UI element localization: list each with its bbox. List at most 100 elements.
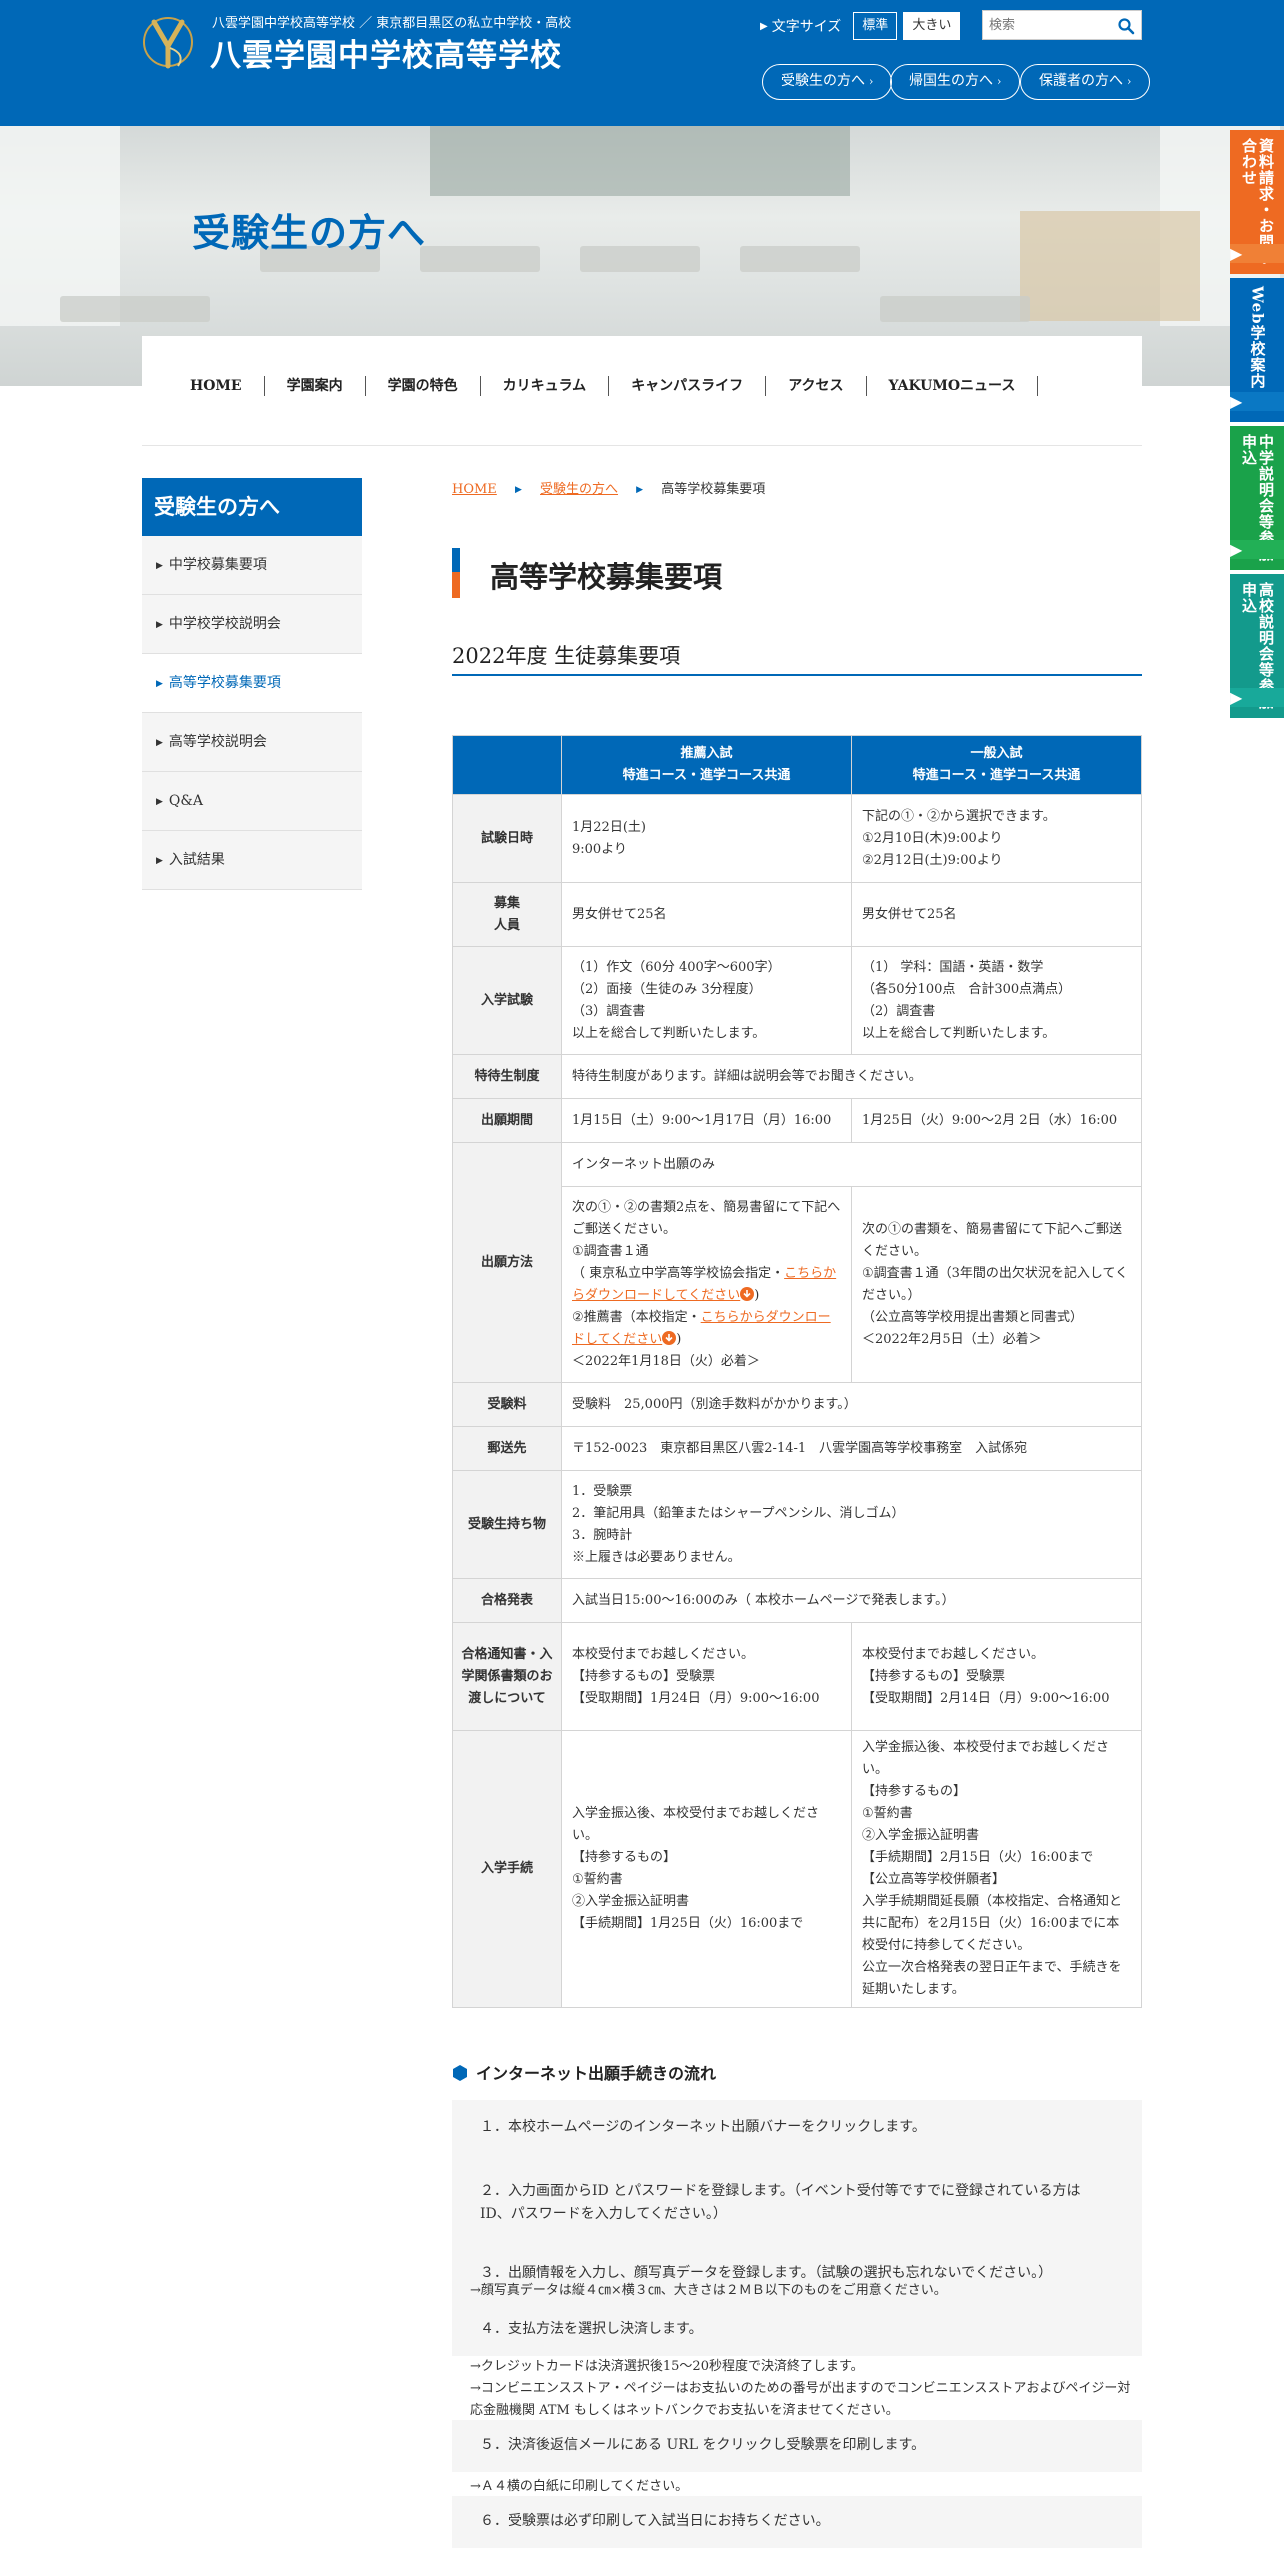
search-input[interactable]	[983, 11, 1111, 39]
cell-text: ＜2022年1月18日（火）必着＞	[572, 1353, 760, 1369]
cell-text: ＜2022年2月5日（土）必着＞	[862, 1331, 1042, 1347]
table-cell: 〒152-0023 東京都目黒区八雲2-14-1 八雲学園高等学校事務室 入試係…	[561, 1426, 1142, 1471]
font-size-control: ▶ 文字サイズ 標準 大きい	[760, 12, 966, 40]
hero-title: 受験生の方へ	[192, 210, 427, 255]
page-title: 高等学校募集要項	[490, 560, 723, 594]
font-size-large-button[interactable]: 大きい	[903, 12, 961, 40]
heading-accent-bar	[452, 548, 460, 572]
search-icon[interactable]	[1117, 17, 1135, 35]
table-row: 入学試験 （1）作文（60分 400字〜600字） （2）面接（生徒のみ 3分程度…	[452, 946, 1142, 1055]
nav-campus-life[interactable]: キャンパスライフ	[609, 376, 767, 396]
row-label: 郵送先	[452, 1426, 562, 1471]
pill-returnees-button[interactable]: 帰国生の方へ ›	[890, 64, 1021, 100]
sidebar-item-hs-guidelines[interactable]: ▶ 高等学校募集要項	[142, 654, 362, 713]
row-label: 入学試験	[452, 946, 562, 1055]
flow-step-1: １．本校ホームページのインターネット出願バナーをクリックします。	[452, 2100, 1142, 2158]
table-cell: 1月22日(土) 9:00より	[561, 794, 852, 883]
hero-shelf	[1020, 211, 1200, 321]
school-logo[interactable]	[140, 12, 196, 70]
site-title[interactable]: 八雲学園中学校高等学校	[210, 30, 562, 75]
sidebar-item-jhs-guidelines[interactable]: ▶ 中学校募集要項	[142, 536, 362, 595]
cell-text: 入学金振込後、本校受付までお越しください。	[862, 1740, 1110, 1777]
sidebar-item-results[interactable]: ▶ 入試結果	[142, 831, 362, 890]
cell-text: )	[676, 1331, 682, 1347]
sidebar: 受験生の方へ ▶ 中学校募集要項 ▶ 中学校学校説明会 ▶ 高等学校募集要項 ▶ 高等学…	[142, 478, 362, 890]
breadcrumb-parent[interactable]: 受験生の方へ	[540, 482, 618, 497]
arrow-right-icon[interactable]: ▶	[1230, 540, 1284, 559]
cell-text: ※上履きは必要ありません。	[572, 1549, 741, 1565]
bullet-icon: ▶	[156, 738, 163, 748]
chevron-right-icon: ›	[997, 75, 1002, 88]
breadcrumb: HOME ▶ 受験生の方へ ▶ 高等学校募集要項	[452, 478, 765, 497]
cell-text: 【持参するもの】	[572, 1850, 677, 1865]
table-cell: 入学金振込後、本校受付までお越しください。 【持参するもの】 ①誓約書 ②入学金振込証…	[561, 1730, 852, 2008]
table-cell: 本校受付までお越しください。 【持参するもの】受験票 【受取期間】2月14日（月）9…	[851, 1622, 1142, 1731]
flow-note-4a: →クレジットカードは決済選択後15～20秒程度で決済終了します。	[470, 2359, 864, 2374]
bullet-icon: ▶	[156, 679, 163, 689]
row-label: 合格通知書・入学関係書類のお渡しについて	[452, 1622, 562, 1731]
sidebar-item-label: Q&A	[168, 793, 203, 809]
cell-text: ①誓約書	[572, 1872, 623, 1887]
arrow-right-icon[interactable]: ▶	[1230, 244, 1284, 263]
pill-label: 保護者の方へ	[1039, 73, 1123, 89]
table-cell: 下記の①・②から選択できます。 ①2月10日(木)9:00より ②2月12日(土)9…	[851, 794, 1142, 883]
cell-text: （2）調査書	[862, 1003, 936, 1019]
arrow-right-icon[interactable]: ▶	[1230, 392, 1284, 411]
cell-text: ①調査書１通（3年間の出欠状況を記入してください。）	[862, 1265, 1129, 1303]
cell-text: ②入学金振込証明書	[862, 1828, 980, 1843]
nav-features[interactable]: 学園の特色	[366, 376, 481, 396]
breadcrumb-home[interactable]: HOME	[452, 482, 497, 497]
row-label: 受験生持ち物	[452, 1470, 562, 1579]
row-label: 合格発表	[452, 1578, 562, 1623]
font-size-label: 文字サイズ	[771, 19, 842, 35]
cell-text: （各50分100点 合計300点満点）	[862, 981, 1072, 997]
global-nav: HOME 学園案内 学園の特色 カリキュラム キャンパスライフ アクセス YAK…	[142, 336, 1142, 446]
cell-text: 以上を総合して判断いたします。	[572, 1025, 766, 1041]
flow-note-3: →顔写真データは縦４㎝×横３㎝、大きさは２ＭＢ以下のものをご用意ください。	[470, 2283, 947, 2298]
cell-text: 入学手続期間延長願（本校指定、合格通知と共に配布）を2月15日（火）16:00ま…	[862, 1894, 1123, 1953]
cell-text: ②入学金振込証明書	[572, 1894, 690, 1909]
cell-text: 下記の①・②から選択できます。	[862, 808, 1056, 824]
nav-home[interactable]: HOME	[162, 376, 265, 396]
table-cell: （1） 学科：国語・英語・数学 （各50分100点 合計300点満点） （2）調査書…	[851, 946, 1142, 1055]
table-row: 出願期間 1月15日（土）9:00～1月17日（月）16:00 1月25日（火）…	[452, 1098, 1142, 1143]
table-row: 受験生持ち物 1．受験票 2．筆記用具（鉛筆またはシャープペンシル、消しゴム） 3．…	[452, 1470, 1142, 1579]
nav-news[interactable]: YAKUMOニュース	[867, 376, 1039, 396]
pill-applicants-button[interactable]: 受験生の方へ ›	[762, 64, 893, 100]
flow-heading-text: インターネット出願手続きの流れ	[476, 2064, 717, 2083]
flow-note-5: →Ａ４横の白紙に印刷してください。	[470, 2479, 689, 2494]
pill-label: 帰国生の方へ	[909, 73, 993, 89]
chevron-right-icon: ›	[869, 75, 874, 88]
font-size-normal-button[interactable]: 標準	[853, 12, 898, 40]
table-row: 合格通知書・入学関係書類のお渡しについて 本校受付までお越しください。 【持参する…	[452, 1622, 1142, 1731]
col-head-line: 特進コース・進学コース共通	[912, 768, 1081, 783]
pill-parents-button[interactable]: 保護者の方へ ›	[1020, 64, 1151, 100]
nav-access[interactable]: アクセス	[766, 376, 867, 396]
hero-desk	[880, 296, 1030, 322]
triangle-right-icon: ▶	[760, 20, 768, 32]
table-row: 受験料 受験料 25,000円（別途手数料がかかります。）	[452, 1382, 1142, 1427]
table-cell: 入試当日15:00～16:00のみ（ 本校ホームページで発表します。）	[561, 1578, 1142, 1623]
cell-text: 本校受付までお越しください。	[572, 1646, 755, 1662]
sidebar-heading[interactable]: 受験生の方へ	[142, 478, 362, 536]
cell-text: 【受取期間】2月14日（月）9:00～16:00	[862, 1690, 1110, 1706]
download-icon[interactable]	[662, 1330, 677, 1345]
cell-text: ②2月12日(土)9:00より	[862, 852, 1003, 868]
sidebar-item-label: 中学校募集要項	[168, 557, 267, 573]
nav-about[interactable]: 学園案内	[265, 376, 366, 396]
sidebar-item-hs-session[interactable]: ▶ 高等学校説明会	[142, 713, 362, 772]
pill-label: 受験生の方へ	[781, 73, 865, 89]
download-icon[interactable]	[740, 1286, 755, 1301]
section-title: 2022年度 生徒募集要項	[452, 640, 1142, 676]
sidebar-item-jhs-session[interactable]: ▶ 中学校学校説明会	[142, 595, 362, 654]
cell-text: ①2月10日(木)9:00より	[862, 830, 1003, 846]
table-header-row: 推薦入試 特進コース・進学コース共通 一般入試 特進コース・進学コース共通	[452, 735, 1142, 795]
sidebar-item-qa[interactable]: ▶ Q&A	[142, 772, 362, 831]
breadcrumb-current: 高等学校募集要項	[661, 482, 766, 497]
arrow-right-icon[interactable]: ▶	[1230, 688, 1284, 707]
flow-note-4b: →コンビニエンスストア・ペイジーはお支払いのための番号が出ますのでコンビニエンス…	[470, 2381, 1131, 2418]
cell-text: 本校受付までお越しください。	[862, 1646, 1045, 1662]
nav-curriculum[interactable]: カリキュラム	[481, 376, 610, 396]
row-label: 受験料	[452, 1382, 562, 1427]
table-row: 募集 人員 男女併せて25名 男女併せて25名	[452, 882, 1142, 947]
